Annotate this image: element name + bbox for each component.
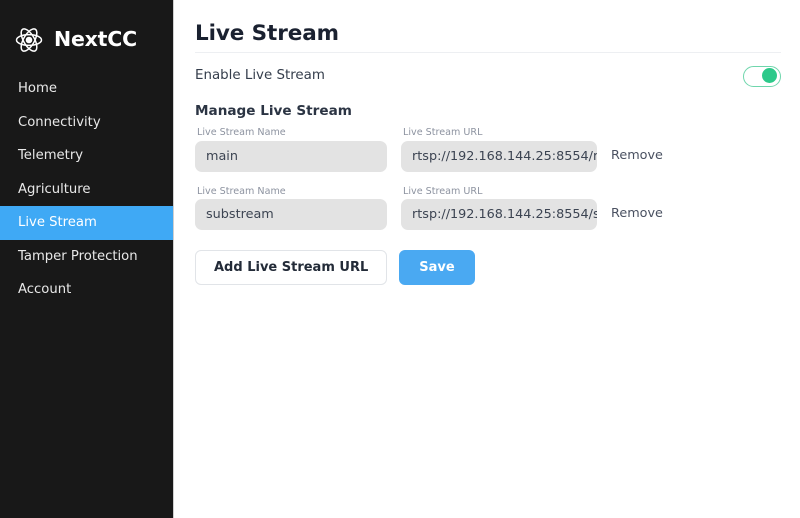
enable-live-stream-toggle[interactable] [743, 65, 781, 87]
app-root: NextCC Home Connectivity Telemetry Agric… [0, 0, 800, 518]
sidebar-item-agriculture[interactable]: Agriculture [0, 173, 173, 207]
sidebar-item-account[interactable]: Account [0, 273, 173, 307]
stream-url-field-group: Live Stream URL rtsp://192.168.144.25:85… [401, 185, 597, 231]
sidebar-item-label: Live Stream [18, 215, 97, 231]
sidebar-item-live-stream[interactable]: Live Stream [0, 206, 173, 240]
save-button[interactable]: Save [399, 250, 475, 285]
main-content: Live Stream Enable Live Stream Manage Li… [174, 0, 800, 518]
toggle-knob [762, 68, 777, 84]
remove-stream-link[interactable]: Remove [611, 208, 663, 230]
stream-url-field-group: Live Stream URL rtsp://192.168.144.25:85… [401, 128, 597, 172]
stream-url-label: Live Stream URL [403, 127, 483, 138]
stream-list: Live Stream Name main Live Stream URL rt… [195, 128, 795, 245]
stream-name-label: Live Stream Name [197, 127, 286, 138]
sidebar-item-label: Account [18, 282, 72, 298]
enable-live-stream-row: Enable Live Stream [195, 64, 781, 88]
stream-name-label: Live Stream Name [197, 185, 286, 197]
sidebar-item-label: Telemetry [18, 148, 84, 164]
stream-name-field-group: Live Stream Name substream [195, 185, 387, 231]
add-live-stream-url-button[interactable]: Add Live Stream URL [195, 250, 388, 285]
sidebar-item-telemetry[interactable]: Telemetry [0, 139, 173, 173]
stream-name-input[interactable]: main [195, 140, 387, 172]
atom-orbital-icon [13, 24, 45, 56]
sidebar-nav: Home Connectivity Telemetry Agriculture … [0, 72, 173, 307]
brand-name: NextCC [54, 27, 137, 52]
stream-url-input[interactable]: rtsp://192.168.144.25:8554/main.264 [401, 140, 597, 172]
sidebar-item-label: Tamper Protection [18, 248, 138, 264]
stream-row: Live Stream Name main Live Stream URL rt… [195, 128, 795, 172]
manage-live-stream-heading: Manage Live Stream [195, 103, 352, 119]
sidebar-item-label: Agriculture [18, 181, 91, 197]
brand: NextCC [0, 0, 173, 62]
stream-url-input[interactable]: rtsp://192.168.144.25:8554/substream [401, 199, 597, 231]
stream-row: Live Stream Name substream Live Stream U… [195, 185, 795, 231]
page-title: Live Stream [195, 21, 339, 46]
sidebar: NextCC Home Connectivity Telemetry Agric… [0, 0, 174, 518]
sidebar-item-home[interactable]: Home [0, 72, 173, 106]
sidebar-item-label: Home [18, 81, 57, 97]
stream-name-input[interactable]: substream [195, 199, 387, 231]
sidebar-item-tamper-protection[interactable]: Tamper Protection [0, 240, 173, 274]
title-divider [195, 52, 781, 53]
sidebar-item-connectivity[interactable]: Connectivity [0, 106, 173, 140]
remove-stream-link[interactable]: Remove [611, 149, 663, 172]
enable-live-stream-label: Enable Live Stream [195, 68, 325, 84]
stream-url-label: Live Stream URL [403, 185, 483, 197]
form-actions: Add Live Stream URL Save [195, 250, 475, 285]
sidebar-item-label: Connectivity [18, 114, 101, 130]
stream-name-field-group: Live Stream Name main [195, 128, 387, 172]
